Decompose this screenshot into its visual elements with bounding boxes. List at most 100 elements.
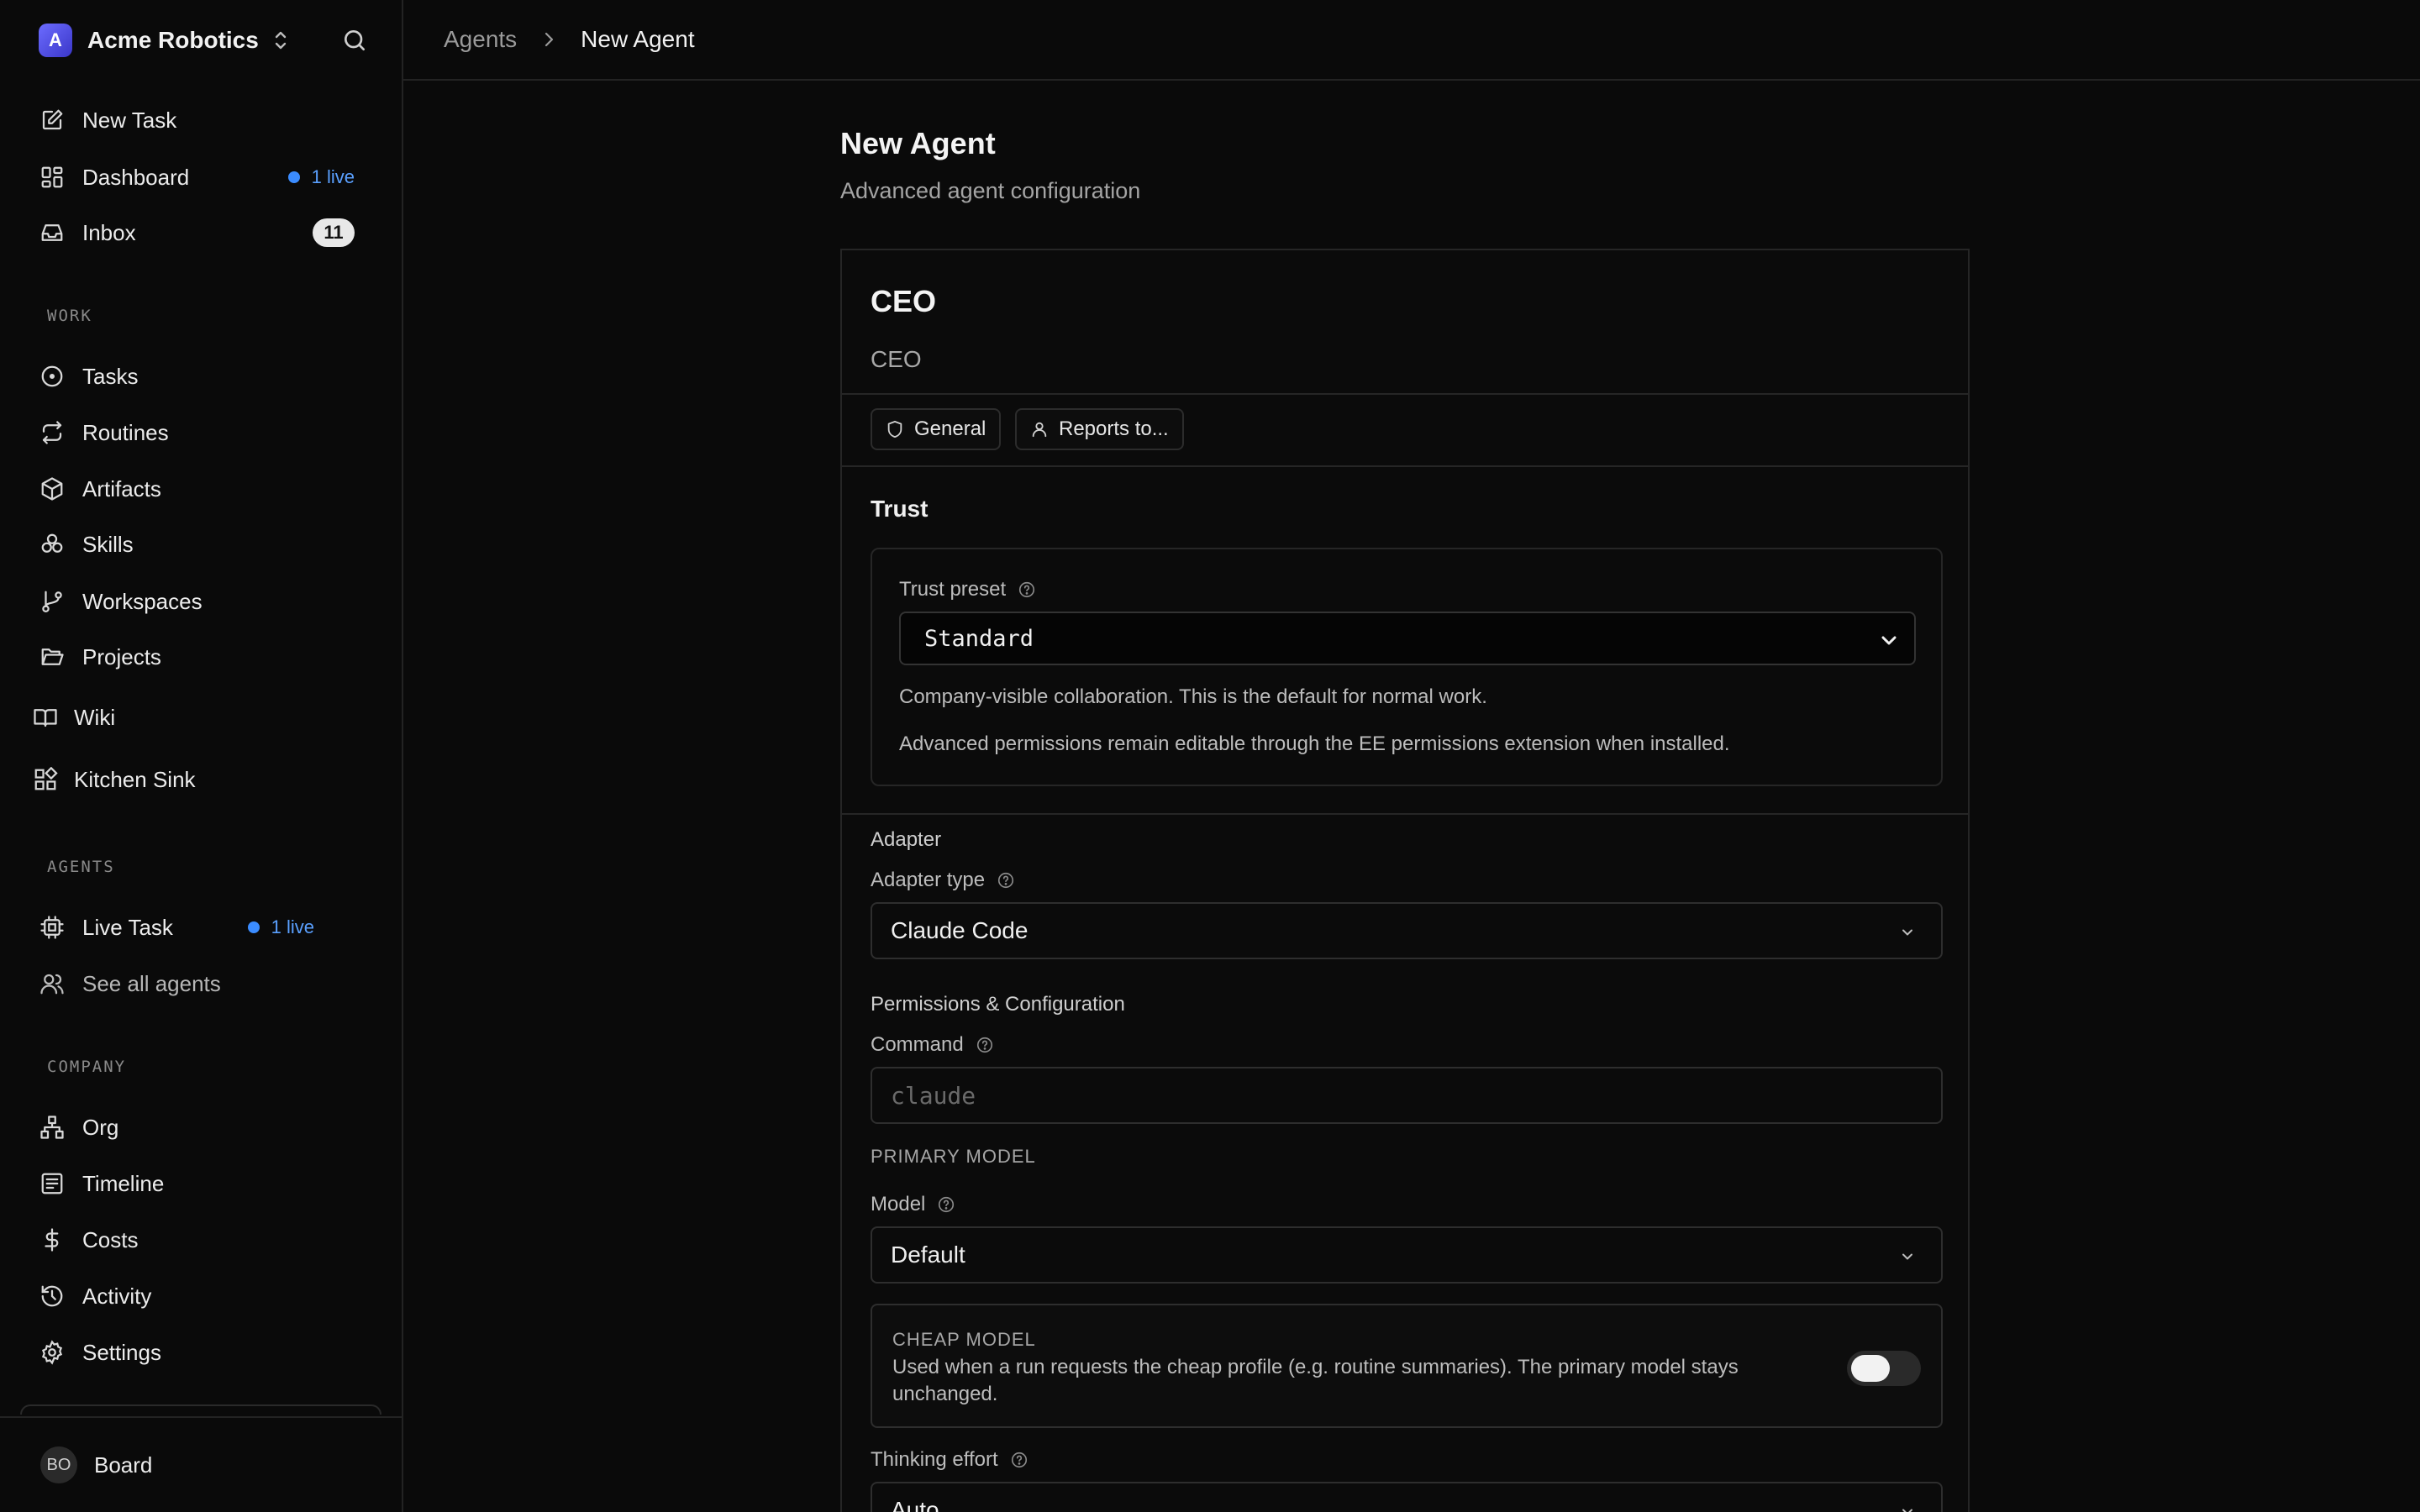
nav-routines[interactable]: Routines — [39, 412, 375, 454]
blocks-icon — [32, 766, 59, 793]
org-chart-icon — [39, 1114, 66, 1141]
nav-artifacts[interactable]: Artifacts — [39, 468, 375, 510]
nav-label: Routines — [82, 419, 169, 445]
nav-dashboard[interactable]: Dashboard 1 live — [39, 156, 375, 198]
cheap-model-toggle[interactable] — [1847, 1351, 1921, 1386]
user-menu[interactable]: BO Board — [40, 1445, 152, 1485]
label-text: Thinking effort — [871, 1448, 998, 1471]
company-switcher[interactable]: A Acme Robotics — [39, 20, 375, 60]
timeline-list-icon — [39, 1170, 66, 1197]
dropdown-value: Claude Code — [891, 917, 1028, 943]
nav-label: Inbox — [82, 219, 136, 245]
nav-see-all-agents[interactable]: See all agents — [39, 963, 375, 1005]
nav-label: Org — [82, 1114, 119, 1140]
user-icon — [1032, 422, 1047, 438]
label-text: Adapter type — [871, 869, 986, 891]
nav-inbox[interactable]: Inbox 11 — [39, 212, 375, 254]
cheap-model-description: Used when a run requests the cheap profi… — [892, 1356, 1739, 1405]
nav-timeline[interactable]: Timeline — [39, 1163, 375, 1205]
cheap-model-panel: CHEAP MODEL Used when a run requests the… — [871, 1304, 1943, 1428]
cheap-model-title: CHEAP MODEL — [892, 1329, 1036, 1350]
package-icon — [39, 475, 66, 502]
sidebar: A Acme Robotics New Task Dashboard 1 liv… — [0, 0, 403, 1512]
trust-heading: Trust — [871, 496, 929, 522]
help-circle-icon[interactable] — [976, 1036, 994, 1054]
live-indicator: 1 live — [287, 166, 355, 188]
nav-label: Costs — [82, 1226, 139, 1252]
company-logo: A — [39, 24, 72, 57]
chevron-right-icon — [545, 32, 554, 47]
breadcrumb-agents-link[interactable]: Agents — [444, 26, 517, 53]
scroll-edge — [20, 1404, 381, 1415]
chevron-down-icon — [1902, 1253, 1912, 1260]
section-title-company: COMPANY — [47, 1058, 127, 1076]
nav-workspaces[interactable]: Workspaces — [39, 580, 375, 622]
nav-costs[interactable]: Costs — [39, 1219, 375, 1261]
agent-config-card: CEO CEO General Reports to... Trust Trus… — [840, 249, 1970, 1512]
chip-label: Reports to... — [1059, 417, 1169, 440]
divider — [842, 393, 1968, 395]
section-title-work: WORK — [47, 307, 92, 325]
help-circle-icon[interactable] — [937, 1195, 955, 1214]
nav-new-task[interactable]: New Task — [39, 99, 375, 141]
page-subtitle: Advanced agent configuration — [840, 178, 1141, 203]
command-input[interactable]: claude — [871, 1067, 1943, 1124]
nav-skills[interactable]: Skills — [39, 523, 375, 565]
nav-live-task[interactable]: Live Task 1 live — [39, 906, 375, 948]
trust-panel: Trust preset Standard Company-visible co… — [871, 548, 1943, 786]
nav-label: Activity — [82, 1283, 152, 1309]
live-dot — [287, 171, 300, 183]
live-text: 1 live — [271, 916, 314, 937]
reports-to-chip[interactable]: Reports to... — [1015, 408, 1184, 450]
nav-settings[interactable]: Settings — [39, 1331, 375, 1373]
nav-wiki[interactable]: Wiki — [32, 696, 368, 738]
nav-tasks[interactable]: Tasks — [39, 355, 375, 397]
section-title-agents: AGENTS — [47, 858, 115, 876]
nav-label: Kitchen Sink — [74, 766, 196, 792]
nav-label: Workspaces — [82, 588, 203, 614]
nav-label: Dashboard — [82, 164, 190, 190]
folder-open-icon — [39, 643, 66, 670]
adapter-type-dropdown[interactable]: Claude Code — [871, 902, 1943, 959]
nav-kitchen-sink[interactable]: Kitchen Sink — [32, 759, 368, 801]
nav-label: Skills — [82, 531, 134, 557]
git-branch-icon — [39, 588, 66, 615]
help-circle-icon[interactable] — [997, 871, 1015, 890]
agent-title-input[interactable]: CEO — [871, 346, 922, 373]
label-text: Command — [871, 1033, 964, 1056]
trust-note: Advanced permissions remain editable thr… — [899, 732, 1730, 755]
dashboard-grid-icon — [39, 164, 66, 191]
general-chip[interactable]: General — [871, 408, 1002, 450]
live-dot — [247, 921, 260, 933]
help-circle-icon[interactable] — [1018, 580, 1036, 599]
trust-preset-label: Trust preset — [899, 578, 1036, 601]
book-open-icon — [32, 704, 59, 731]
chevron-down-icon — [1902, 1509, 1912, 1512]
trust-preset-select[interactable]: Standard — [899, 612, 1916, 665]
nav-activity[interactable]: Activity — [39, 1275, 375, 1317]
chevron-up-down-icon — [275, 31, 287, 50]
select-value: Standard — [924, 625, 1034, 652]
divider — [842, 813, 1968, 815]
dropdown-value: Auto — [891, 1497, 939, 1512]
nav-label: New Task — [82, 107, 177, 133]
nav-org[interactable]: Org — [39, 1106, 375, 1148]
model-label: Model — [871, 1193, 955, 1216]
agent-name-input[interactable]: CEO — [871, 284, 936, 319]
shield-icon — [887, 420, 902, 438]
thinking-effort-dropdown[interactable]: Auto — [871, 1482, 1943, 1512]
history-icon — [39, 1283, 66, 1310]
chevron-down-icon — [1902, 929, 1912, 936]
pencil-square-icon — [39, 107, 66, 134]
nav-label: Projects — [82, 643, 161, 669]
nav-label: Timeline — [82, 1170, 165, 1196]
model-dropdown[interactable]: Default — [871, 1226, 1943, 1284]
nav-projects[interactable]: Projects — [39, 636, 375, 678]
dollar-icon — [39, 1226, 66, 1253]
divider — [842, 465, 1968, 467]
adapter-heading: Adapter — [871, 828, 942, 851]
help-circle-icon[interactable] — [1010, 1451, 1028, 1469]
search-button[interactable] — [336, 22, 373, 59]
trust-description: Company-visible collaboration. This is t… — [899, 685, 1487, 708]
divider — [0, 1416, 403, 1418]
